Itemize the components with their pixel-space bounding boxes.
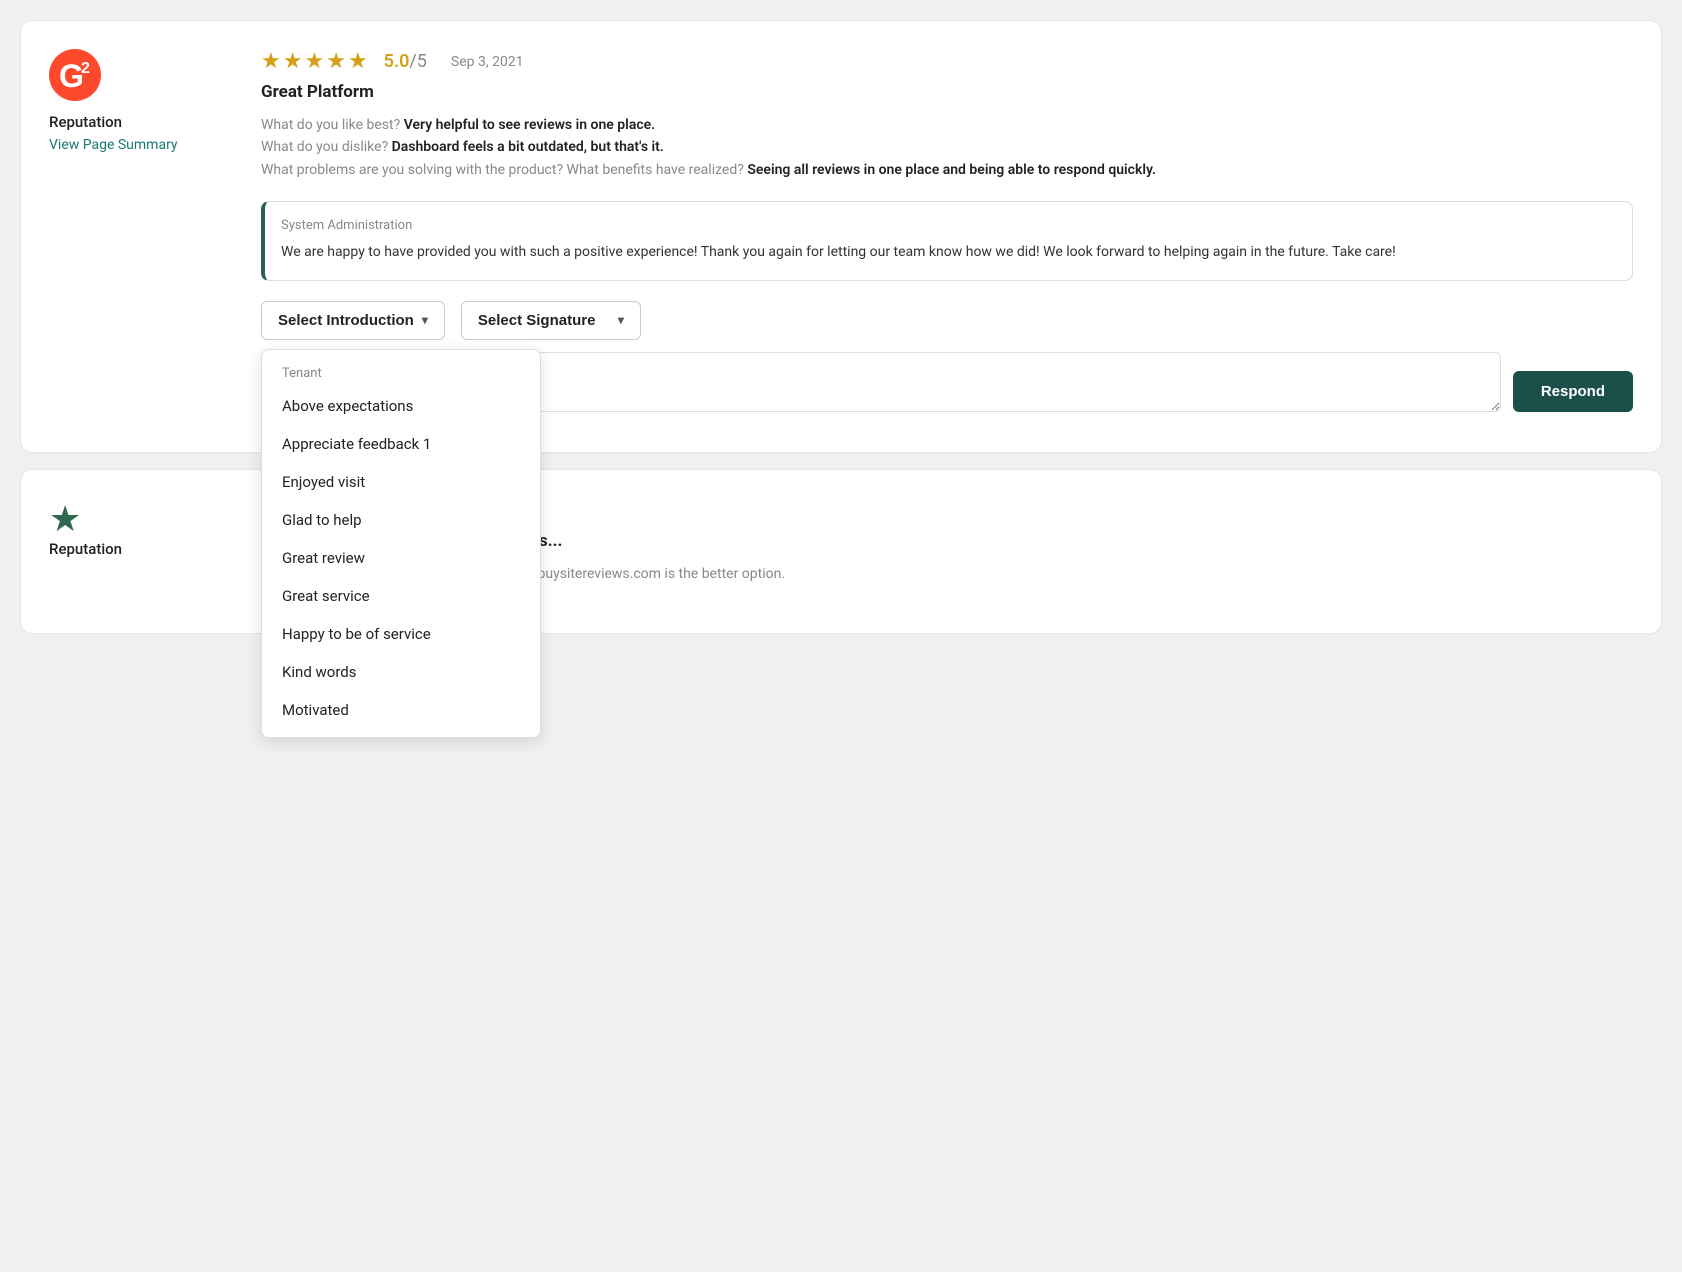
dropdown-section-label: Tenant: [262, 358, 540, 387]
select-signature-button[interactable]: Select Signature ▾: [461, 301, 641, 340]
select-introduction-button[interactable]: Select Introduction ▾: [261, 301, 445, 340]
g2-logo: G 2: [49, 49, 101, 101]
card2-left: ★ Reputation: [49, 498, 229, 605]
view-page-summary-link[interactable]: View Page Summary: [49, 137, 178, 153]
dropdown-item-0[interactable]: Above expectations: [262, 387, 540, 425]
dropdown-item-5[interactable]: Great service: [262, 577, 540, 615]
response-author: System Administration: [281, 218, 1616, 233]
review-card-1: G 2 Reputation View Page Summary ★ ★ ★ ★…: [20, 20, 1662, 453]
star-4: ★: [326, 49, 346, 74]
response-text: We are happy to have provided you with s…: [281, 241, 1616, 263]
review-body-line1: What do you like best? Very helpful to s…: [261, 117, 655, 133]
dropdown-item-1[interactable]: Appreciate feedback 1: [262, 425, 540, 463]
review-title: Great Platform: [261, 82, 1633, 102]
star-1: ★: [261, 49, 281, 74]
dropdown-item-6[interactable]: Happy to be of service: [262, 615, 540, 653]
star-rating: ★ ★ ★ ★ ★: [261, 49, 368, 74]
star-2: ★: [283, 49, 303, 74]
rating-value: 5.0/5: [384, 51, 427, 72]
review-header: ★ ★ ★ ★ ★ 5.0/5 Sep 3, 2021: [261, 49, 1633, 74]
dropdown-item-7[interactable]: Kind words: [262, 653, 540, 691]
green-star-icon: ★: [49, 498, 81, 540]
review-body-line2: What do you dislike? Dashboard feels a b…: [261, 139, 664, 155]
review-body-line3: What problems are you solving with the p…: [261, 162, 1156, 178]
dropdown-item-3[interactable]: Glad to help: [262, 501, 540, 539]
source-label: Reputation: [49, 113, 122, 131]
introduction-chevron-icon: ▾: [422, 313, 428, 327]
signature-chevron-icon: ▾: [618, 313, 624, 327]
card1-right: ★ ★ ★ ★ ★ 5.0/5 Sep 3, 2021 Great Platfo…: [261, 49, 1633, 424]
dropdowns-row: Select Introduction ▾ Tenant Above expec…: [261, 301, 1633, 340]
card1-left: G 2 Reputation View Page Summary: [49, 49, 229, 424]
dropdown-item-8[interactable]: Motivated: [262, 691, 540, 729]
existing-response-box: System Administration We are happy to ha…: [261, 201, 1633, 280]
dropdown-item-2[interactable]: Enjoyed visit: [262, 463, 540, 501]
card2-source-label: Reputation: [49, 540, 122, 558]
review-body: What do you like best? Very helpful to s…: [261, 114, 1633, 181]
svg-text:2: 2: [81, 60, 90, 77]
dropdown-item-4[interactable]: Great review: [262, 539, 540, 577]
star-5: ★: [348, 49, 368, 74]
star-3: ★: [304, 49, 324, 74]
respond-button[interactable]: Respond: [1513, 371, 1633, 412]
introduction-dropdown-menu: Tenant Above expectations Appreciate fee…: [261, 349, 541, 738]
review-date: Sep 3, 2021: [451, 54, 524, 70]
